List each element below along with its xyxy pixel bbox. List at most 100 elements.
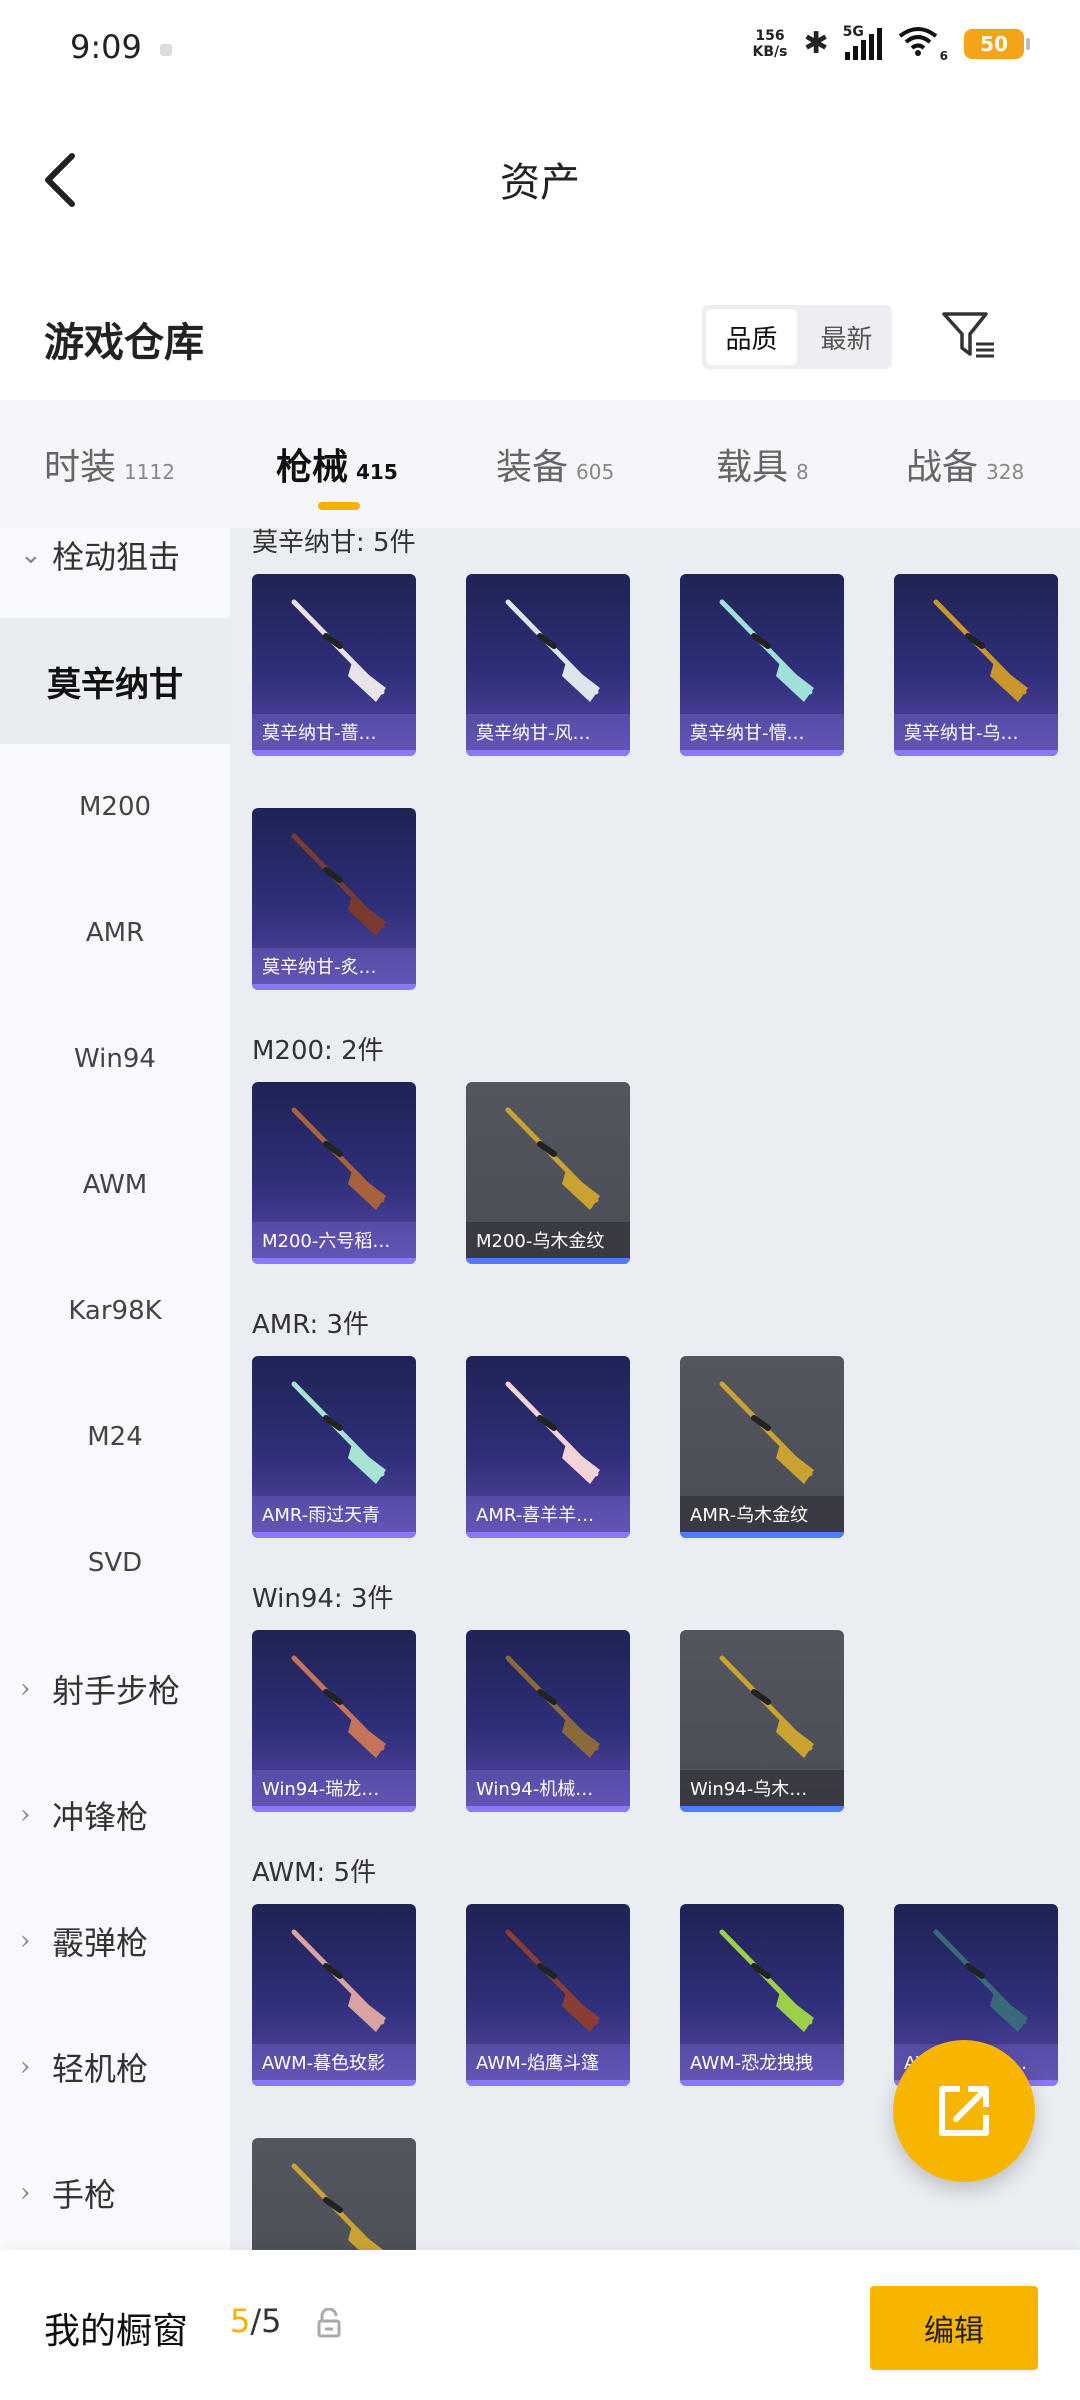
sidebar-item[interactable]: › 轻机枪 xyxy=(0,2004,230,2130)
tab-count: 415 xyxy=(356,460,398,484)
weapon-card[interactable]: 莫辛纳甘-炙… xyxy=(252,808,416,990)
rifle-icon xyxy=(933,599,1028,702)
tab-count: 8 xyxy=(796,460,809,484)
showcase-title: 我的橱窗 xyxy=(44,2311,189,2352)
weapon-type-sidebar: ⌄ 栓动狙击莫辛纳甘 M200 AMR Win94 AWM Kar98K M24 SVD › 射手步… xyxy=(0,528,230,2250)
weapon-card[interactable]: 莫辛纳甘-风… xyxy=(466,574,630,756)
weapon-card[interactable]: AMR-乌木金纹 xyxy=(680,1356,844,1538)
weapon-card[interactable]: AWM-暮色玫影 xyxy=(252,1904,416,2086)
sidebar-item[interactable]: ⌄ 栓动狙击 xyxy=(0,528,230,618)
chevron-right-icon: › xyxy=(20,1800,31,1830)
weapon-card-label: Win94-瑞龙… xyxy=(252,1770,416,1806)
weapon-card[interactable]: AMR-喜羊羊… xyxy=(466,1356,630,1538)
rifle-icon xyxy=(505,1929,600,2032)
weapon-card[interactable]: M200-乌木金纹 xyxy=(466,1082,630,1264)
category-tabs: 时装 1112 枪械 415 装备 605 载具 8 战备 328 xyxy=(0,400,1080,528)
notification-icon xyxy=(160,44,172,56)
section-title: M200: 2件 xyxy=(252,1036,384,1066)
showcase-count: 5/5 xyxy=(230,2302,282,2340)
section-title: 莫辛纳甘: 5件 xyxy=(252,528,416,558)
weapon-card-label: 莫辛纳甘-风… xyxy=(466,714,630,750)
sidebar-item-label: 手枪 xyxy=(52,2176,117,2214)
weapon-card[interactable]: 莫辛纳甘-懵… xyxy=(680,574,844,756)
weapon-card-label: AMR-喜羊羊… xyxy=(466,1496,630,1532)
sidebar-item-label: Kar98K xyxy=(68,1296,162,1326)
weapon-card-label: AWM-暮色玫影 xyxy=(252,2044,416,2080)
wifi-sub-label: 6 xyxy=(939,48,948,63)
sidebar-item[interactable]: › 霰弹枪 xyxy=(0,1878,230,2004)
tab-fashion[interactable]: 时装 1112 xyxy=(44,438,175,490)
sort-option-quality[interactable]: 品质 xyxy=(706,309,797,365)
sidebar-item-label: 莫辛纳甘 xyxy=(47,664,183,705)
rifle-icon xyxy=(291,1929,386,2032)
sidebar-item-label: 栓动狙击 xyxy=(52,538,181,576)
sidebar-item[interactable]: AMR xyxy=(0,870,230,996)
sidebar-item[interactable]: AWM xyxy=(0,1122,230,1248)
rifle-icon xyxy=(719,1655,814,1758)
tab-count: 328 xyxy=(986,460,1025,484)
sidebar-item[interactable]: 莫辛纳甘 xyxy=(0,618,230,744)
sidebar-item[interactable]: Win94 xyxy=(0,996,230,1122)
weapon-card[interactable]: M200-六号稻… xyxy=(252,1082,416,1264)
filter-icon xyxy=(942,312,994,358)
tab-label: 装备 xyxy=(496,447,569,488)
weapon-card[interactable]: Win94-乌木… xyxy=(680,1630,844,1812)
chevron-down-icon: ⌄ xyxy=(20,540,42,570)
sidebar-item-label: SVD xyxy=(87,1548,143,1578)
rifle-icon xyxy=(719,1929,814,2032)
sidebar-item[interactable]: › 冲锋枪 xyxy=(0,1752,230,1878)
share-button[interactable] xyxy=(893,2040,1035,2182)
weapon-card-label: AMR-乌木金纹 xyxy=(680,1496,844,1532)
rifle-icon xyxy=(505,599,600,702)
sort-option-latest[interactable]: 最新 xyxy=(801,305,892,369)
net-speed-value: 156 xyxy=(755,27,785,44)
tab-vehicles[interactable]: 载具 8 xyxy=(716,438,809,490)
tab-label: 战备 xyxy=(906,447,979,488)
weapon-card[interactable]: 莫辛纳甘-乌… xyxy=(894,574,1058,756)
net-speed: 156 KB/s xyxy=(753,28,788,60)
weapon-card[interactable] xyxy=(252,2138,416,2250)
weapon-card[interactable]: Win94-瑞龙… xyxy=(252,1630,416,1812)
signal-icon: 5G xyxy=(843,24,882,60)
bluetooth-icon: ✱ xyxy=(803,26,829,61)
net-speed-unit: KB/s xyxy=(752,43,788,60)
tab-guns[interactable]: 枪械 415 xyxy=(276,438,398,510)
weapon-card-label: 莫辛纳甘-乌… xyxy=(894,714,1058,750)
sidebar-item[interactable]: › 手枪 xyxy=(0,2130,230,2250)
tab-supplies[interactable]: 战备 328 xyxy=(906,438,1024,490)
sidebar-item-label: Win94 xyxy=(74,1044,156,1074)
warehouse-title: 游戏仓库 xyxy=(44,319,204,366)
weapon-card-label: Win94-乌木… xyxy=(680,1770,844,1806)
filter-button[interactable] xyxy=(940,308,996,364)
sidebar-item[interactable]: M200 xyxy=(0,744,230,870)
tab-label: 时装 xyxy=(44,447,117,488)
rifle-icon xyxy=(291,1381,386,1484)
rifle-icon xyxy=(291,1655,386,1758)
tab-label: 枪械 xyxy=(276,446,349,488)
weapon-grid: 莫辛纳甘: 5件莫辛纳甘-蔷… 莫辛纳甘-风… 莫辛纳甘-懵… 莫辛纳甘-乌… 莫辛纳甘… xyxy=(230,528,1080,2250)
rifle-icon xyxy=(291,833,386,936)
weapon-card[interactable]: AWM-焰鹰斗篷 xyxy=(466,1904,630,2086)
weapon-card[interactable]: AMR-雨过天青 xyxy=(252,1356,416,1538)
weapon-card[interactable]: 莫辛纳甘-蔷… xyxy=(252,574,416,756)
warehouse-header: 游戏仓库 品质 最新 xyxy=(0,250,1080,400)
sidebar-item-label: M24 xyxy=(87,1422,143,1452)
rifle-icon xyxy=(933,1929,1028,2032)
sidebar-item-label: 霰弹枪 xyxy=(52,1924,149,1962)
lock-icon[interactable] xyxy=(316,2307,342,2338)
tab-count: 605 xyxy=(576,460,615,484)
sidebar-item-label: AMR xyxy=(85,918,145,948)
page-title: 资产 xyxy=(500,160,580,206)
sidebar-item[interactable]: SVD xyxy=(0,1500,230,1626)
sidebar-item[interactable]: › 射手步枪 xyxy=(0,1626,230,1752)
sidebar-item[interactable]: M24 xyxy=(0,1374,230,1500)
signal-label: 5G xyxy=(842,23,864,40)
rifle-icon xyxy=(719,1381,814,1484)
weapon-card[interactable]: AWM-恐龙拽拽 xyxy=(680,1904,844,2086)
status-time: 9:09 xyxy=(70,28,142,66)
weapon-card[interactable]: Win94-机械… xyxy=(466,1630,630,1812)
edit-button[interactable]: 编辑 xyxy=(870,2286,1038,2370)
sidebar-item[interactable]: Kar98K xyxy=(0,1248,230,1374)
wifi-icon xyxy=(898,24,938,63)
tab-equipment[interactable]: 装备 605 xyxy=(496,438,614,490)
